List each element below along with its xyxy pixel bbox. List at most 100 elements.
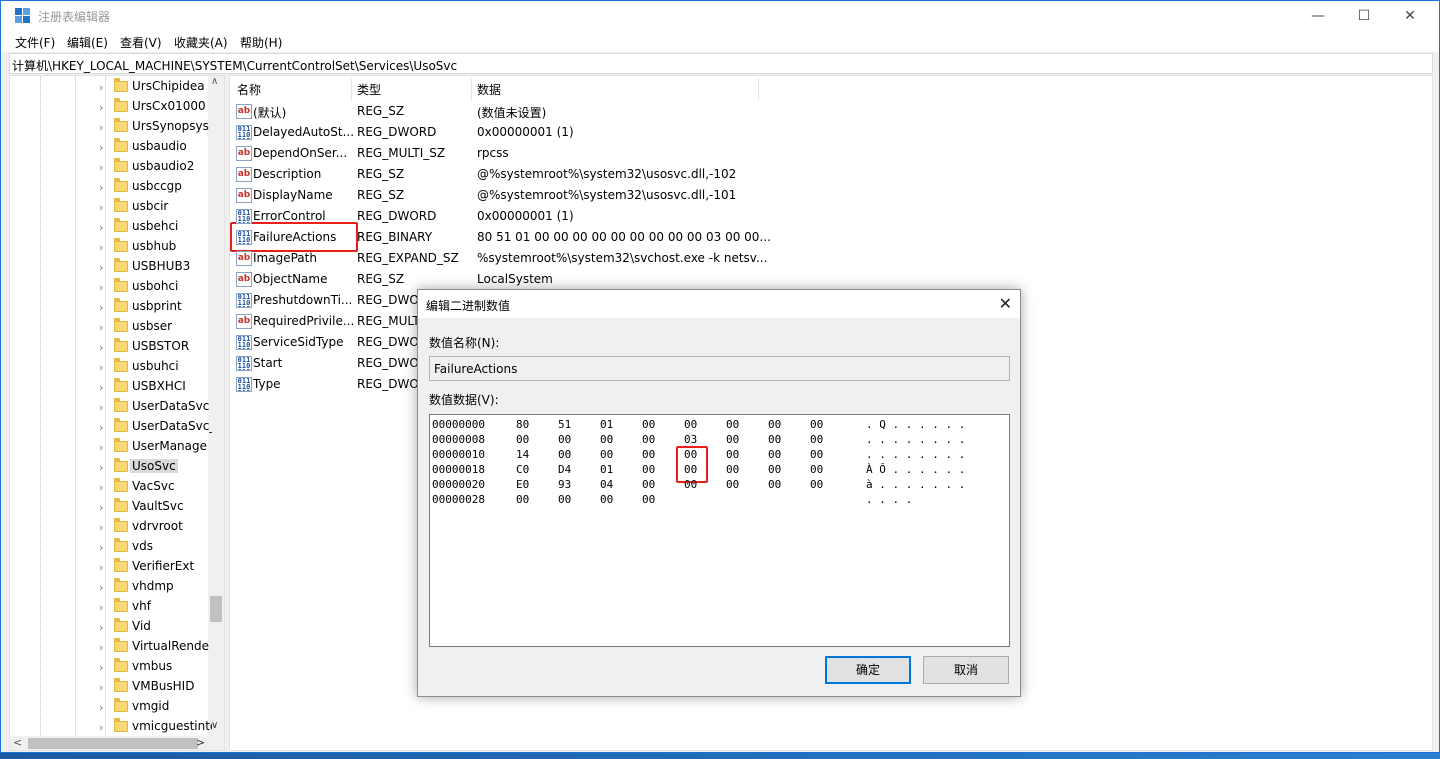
tree-item[interactable]: › UserDataSvc_ [96, 417, 212, 437]
hex-offset: 00000008 [432, 433, 485, 446]
chevron-right-icon[interactable]: › [99, 401, 103, 414]
chevron-right-icon[interactable]: › [99, 541, 103, 554]
chevron-right-icon[interactable]: › [99, 141, 103, 154]
chevron-right-icon[interactable]: › [99, 441, 103, 454]
chevron-right-icon[interactable]: › [99, 561, 103, 574]
tree-item[interactable]: › vmbus [96, 657, 212, 677]
chevron-right-icon[interactable]: › [99, 341, 103, 354]
hex-byte: 00 [768, 418, 782, 431]
tree-item[interactable]: › Vid [96, 617, 212, 637]
value-row[interactable]: 011110010ErrorControl REG_DWORD 0x00000001… [230, 206, 1430, 227]
value-row[interactable]: ab (默认) REG_SZ (数值未设置) [230, 101, 1430, 122]
chevron-right-icon[interactable]: › [99, 581, 103, 594]
hex-editor[interactable]: 00000000 80 51 01 00 00 00 00 00. Q . . . . . .0… [429, 414, 1010, 647]
tree-item[interactable]: › usbaudio [96, 137, 212, 157]
maximize-button[interactable]: ☐ [1341, 1, 1387, 31]
value-row[interactable]: ab DisplayName REG_SZ @%systemroot%\system3… [230, 185, 1430, 206]
tree-item[interactable]: › vdrvroot [96, 517, 212, 537]
scroll-right-icon[interactable]: > [196, 736, 205, 749]
dialog-close-icon[interactable]: ✕ [999, 294, 1012, 313]
tree-item[interactable]: › VerifierExt [96, 557, 212, 577]
ok-button[interactable]: 确定 [825, 656, 911, 684]
chevron-right-icon[interactable]: › [99, 261, 103, 274]
chevron-right-icon[interactable]: › [99, 161, 103, 174]
chevron-right-icon[interactable]: › [99, 221, 103, 234]
chevron-right-icon[interactable]: › [99, 301, 103, 314]
tree-item[interactable]: › UrsSynopsys [96, 117, 212, 137]
tree-item[interactable]: › usbccgp [96, 177, 212, 197]
tree-item[interactable]: › USBSTOR [96, 337, 212, 357]
tree-item[interactable]: › VacSvc [96, 477, 212, 497]
tree-item[interactable]: › usbaudio2 [96, 157, 212, 177]
chevron-right-icon[interactable]: › [99, 621, 103, 634]
tree-item[interactable]: › vmicguestinte [96, 717, 212, 737]
chevron-right-icon[interactable]: › [99, 101, 103, 114]
menu-view[interactable]: 查看(V) [120, 34, 162, 51]
chevron-right-icon[interactable]: › [99, 381, 103, 394]
minimize-button[interactable]: — [1295, 1, 1341, 31]
tree-item[interactable]: › UrsChipidea [96, 77, 212, 97]
chevron-right-icon[interactable]: › [99, 641, 103, 654]
tree-item[interactable]: › vmgid [96, 697, 212, 717]
tree-horizontal-scroll-thumb[interactable] [28, 738, 198, 749]
chevron-right-icon[interactable]: › [99, 701, 103, 714]
column-header-type[interactable]: 类型 [357, 81, 381, 98]
tree-item[interactable]: › VaultSvc [96, 497, 212, 517]
tree-item[interactable]: › UsoSvc [96, 457, 212, 477]
value-row[interactable]: 011110010FailureActions REG_BINARY 80 51 0… [230, 227, 1430, 248]
chevron-right-icon[interactable]: › [99, 521, 103, 534]
chevron-right-icon[interactable]: › [99, 421, 103, 434]
chevron-right-icon[interactable]: › [99, 461, 103, 474]
chevron-right-icon[interactable]: › [99, 661, 103, 674]
chevron-right-icon[interactable]: › [99, 241, 103, 254]
tree-item[interactable]: › usbhub [96, 237, 212, 257]
tree-item[interactable]: › vds [96, 537, 212, 557]
chevron-right-icon[interactable]: › [99, 201, 103, 214]
chevron-right-icon[interactable]: › [99, 721, 103, 734]
value-row[interactable]: ab ImagePath REG_EXPAND_SZ %systemroot%\sys… [230, 248, 1430, 269]
tree-item[interactable]: › UserManage [96, 437, 212, 457]
tree-item[interactable]: › usbcir [96, 197, 212, 217]
chevron-right-icon[interactable]: › [99, 321, 103, 334]
chevron-right-icon[interactable]: › [99, 181, 103, 194]
chevron-right-icon[interactable]: › [99, 601, 103, 614]
chevron-right-icon[interactable]: › [99, 121, 103, 134]
tree-item-label: VMBusHID [132, 679, 195, 693]
scroll-left-icon[interactable]: < [13, 736, 22, 749]
chevron-right-icon[interactable]: › [99, 501, 103, 514]
tree-item[interactable]: › usbser [96, 317, 212, 337]
chevron-right-icon[interactable]: › [99, 681, 103, 694]
address-bar[interactable]: 计算机\HKEY_LOCAL_MACHINE\SYSTEM\CurrentCon… [9, 53, 1433, 74]
value-row[interactable]: ab DependOnSer... REG_MULTI_SZ rpcss [230, 143, 1430, 164]
tree-item[interactable]: › vhf [96, 597, 212, 617]
chevron-right-icon[interactable]: › [99, 361, 103, 374]
close-button[interactable]: ✕ [1387, 1, 1433, 31]
value-row[interactable]: ab ObjectName REG_SZ LocalSystem [230, 269, 1430, 290]
tree-item[interactable]: › USBHUB3 [96, 257, 212, 277]
tree-item[interactable]: › UserDataSvc [96, 397, 212, 417]
column-header-name[interactable]: 名称 [237, 81, 261, 98]
value-row[interactable]: ab Description REG_SZ @%systemroot%\system3… [230, 164, 1430, 185]
menu-edit[interactable]: 编辑(E) [67, 34, 108, 51]
tree-item[interactable]: › VMBusHID [96, 677, 212, 697]
menu-help[interactable]: 帮助(H) [240, 34, 282, 51]
chevron-right-icon[interactable]: › [99, 481, 103, 494]
scroll-up-icon[interactable]: ∧ [211, 76, 218, 87]
scroll-down-icon[interactable]: ∨ [211, 720, 218, 731]
menu-file[interactable]: 文件(F) [15, 34, 55, 51]
tree-item[interactable]: › usbehci [96, 217, 212, 237]
chevron-right-icon[interactable]: › [99, 281, 103, 294]
value-row[interactable]: 011110010DelayedAutoSt... REG_DWORD 0x0000… [230, 122, 1430, 143]
tree-item[interactable]: › USBXHCI [96, 377, 212, 397]
tree-item[interactable]: › usbuhci [96, 357, 212, 377]
menu-favorites[interactable]: 收藏夹(A) [174, 34, 228, 51]
folder-icon [114, 298, 128, 312]
tree-item[interactable]: › UrsCx01000 [96, 97, 212, 117]
tree-item[interactable]: › vhdmp [96, 577, 212, 597]
tree-item[interactable]: › VirtualRende [96, 637, 212, 657]
tree-item[interactable]: › usbohci [96, 277, 212, 297]
chevron-right-icon[interactable]: › [99, 81, 103, 94]
column-header-data[interactable]: 数据 [477, 81, 501, 98]
tree-item[interactable]: › usbprint [96, 297, 212, 317]
cancel-button[interactable]: 取消 [923, 656, 1009, 684]
